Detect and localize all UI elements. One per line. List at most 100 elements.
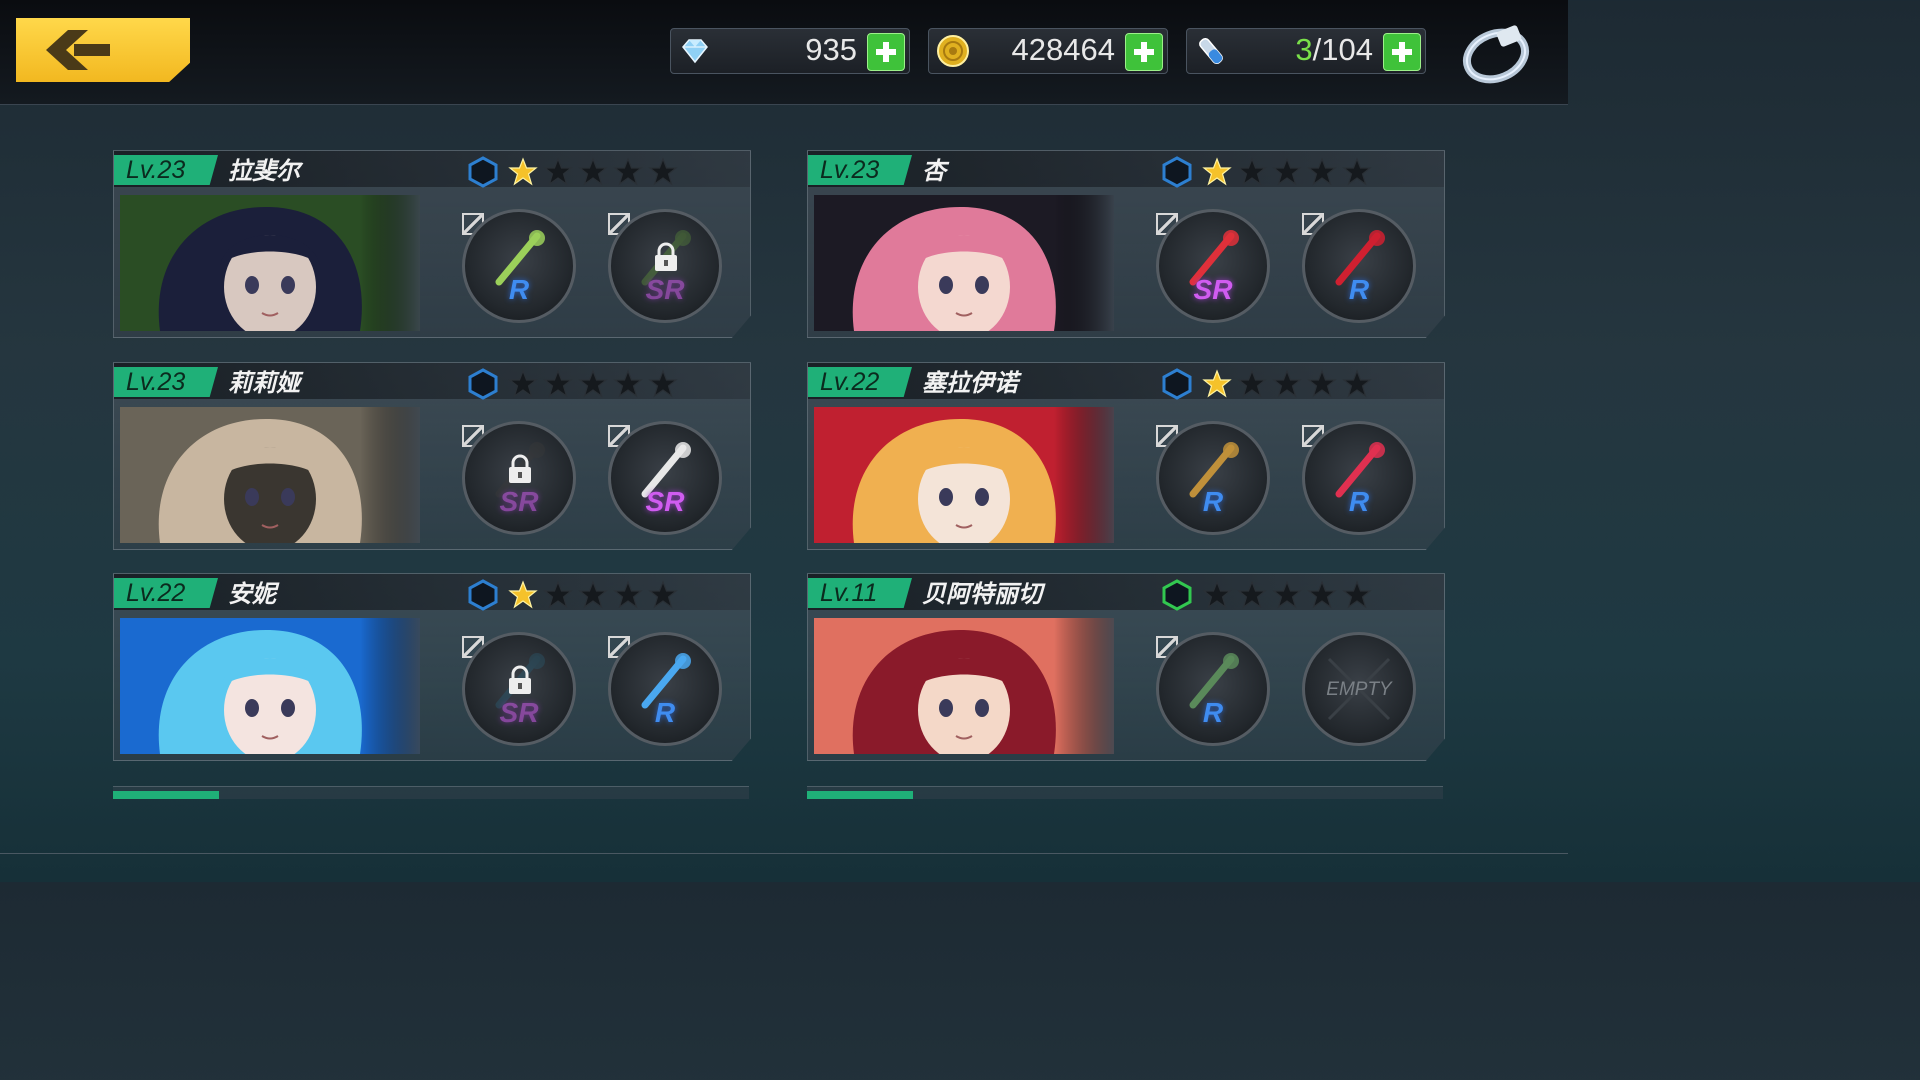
character-card-partial[interactable] bbox=[807, 786, 1443, 799]
star-rating bbox=[1202, 580, 1372, 610]
divider bbox=[0, 853, 1568, 854]
weapon-slot[interactable]: R bbox=[462, 209, 576, 323]
character-name: 拉斐尔 bbox=[228, 157, 300, 185]
add-gold-button[interactable] bbox=[1125, 33, 1163, 71]
weapon-slot[interactable]: SR bbox=[608, 421, 722, 535]
rarity-label: R bbox=[1202, 697, 1224, 728]
gem-icon bbox=[682, 39, 708, 64]
star-empty-icon bbox=[543, 157, 573, 186]
character-card[interactable]: Lv.22 安妮 SR R bbox=[113, 573, 751, 761]
level-badge: Lv.22 bbox=[808, 367, 912, 397]
character-card[interactable]: Lv.23 拉斐尔 R SR bbox=[113, 150, 751, 338]
star-rating bbox=[508, 369, 678, 399]
class-hexagon-icon bbox=[1162, 156, 1192, 188]
add-gems-button[interactable] bbox=[867, 33, 905, 71]
weapon-slot[interactable]: SR bbox=[462, 632, 576, 746]
class-hexagon-icon bbox=[468, 579, 498, 611]
ring-icon[interactable] bbox=[1460, 22, 1532, 84]
character-card[interactable]: Lv.23 莉莉娅 SR SR bbox=[113, 362, 751, 550]
weapon-slot[interactable]: SR bbox=[1156, 209, 1270, 323]
star-empty-icon bbox=[613, 157, 643, 186]
level-badge: Lv.23 bbox=[114, 155, 218, 185]
star-empty-icon bbox=[578, 580, 608, 609]
star-empty-icon bbox=[1307, 369, 1337, 398]
star-filled-icon bbox=[508, 580, 538, 609]
star-filled-icon bbox=[1202, 369, 1232, 398]
star-empty-icon bbox=[1202, 580, 1232, 609]
rarity-label: R bbox=[508, 274, 530, 305]
weapon-slot-empty[interactable]: EMPTY bbox=[1302, 632, 1416, 746]
rarity-label: R bbox=[1202, 486, 1224, 517]
gold-counter: 428464 bbox=[928, 28, 1168, 74]
stamina-value: 3/104 bbox=[1295, 32, 1373, 67]
gems-counter: 935 bbox=[670, 28, 910, 74]
rarity-label: R bbox=[654, 697, 676, 728]
star-rating bbox=[1202, 157, 1372, 187]
rarity-label: SR bbox=[1193, 274, 1233, 305]
star-empty-icon bbox=[648, 157, 678, 186]
star-empty-icon bbox=[1342, 369, 1372, 398]
back-button[interactable] bbox=[16, 18, 190, 82]
character-portrait bbox=[120, 618, 420, 754]
character-portrait bbox=[814, 195, 1114, 331]
star-empty-icon bbox=[1307, 157, 1337, 186]
lock-icon bbox=[509, 665, 531, 694]
rarity-label: R bbox=[1348, 274, 1370, 305]
star-empty-icon bbox=[1307, 580, 1337, 609]
rarity-label: SR bbox=[499, 486, 539, 517]
rarity-label: R bbox=[1348, 486, 1370, 517]
star-filled-icon bbox=[508, 157, 538, 186]
lock-icon bbox=[509, 454, 531, 483]
character-portrait bbox=[814, 618, 1114, 754]
weapon-slot[interactable]: SR bbox=[608, 209, 722, 323]
add-stamina-button[interactable] bbox=[1383, 33, 1421, 71]
top-bar: 935 428464 3/104 bbox=[0, 0, 1568, 105]
star-empty-icon bbox=[1272, 157, 1302, 186]
character-card[interactable]: Lv.23 杏 SR R bbox=[807, 150, 1445, 338]
star-empty-icon bbox=[648, 369, 678, 398]
class-hexagon-icon bbox=[1162, 368, 1192, 400]
level-badge: Lv.23 bbox=[808, 155, 912, 185]
back-arrow-icon bbox=[46, 30, 110, 70]
vial-icon bbox=[1199, 37, 1223, 65]
star-empty-icon bbox=[1237, 580, 1267, 609]
star-filled-icon bbox=[1202, 157, 1232, 186]
character-name: 杏 bbox=[922, 157, 946, 185]
class-hexagon-icon bbox=[468, 156, 498, 188]
character-name: 莉莉娅 bbox=[228, 369, 300, 397]
star-empty-icon bbox=[648, 580, 678, 609]
level-badge: Lv.11 bbox=[808, 578, 912, 608]
character-name: 贝阿特丽切 bbox=[922, 580, 1042, 608]
star-empty-icon bbox=[613, 369, 643, 398]
star-empty-icon bbox=[578, 369, 608, 398]
weapon-slot[interactable]: R bbox=[1302, 421, 1416, 535]
character-card[interactable]: Lv.22 塞拉伊诺 R R bbox=[807, 362, 1445, 550]
level-badge: Lv.23 bbox=[114, 367, 218, 397]
character-card-partial[interactable] bbox=[113, 786, 749, 799]
gold-value: 428464 bbox=[1011, 32, 1115, 67]
star-empty-icon bbox=[578, 157, 608, 186]
character-portrait bbox=[814, 407, 1114, 543]
character-name: 安妮 bbox=[228, 580, 276, 608]
star-empty-icon bbox=[508, 369, 538, 398]
weapon-slot[interactable]: R bbox=[1302, 209, 1416, 323]
gems-value: 935 bbox=[805, 32, 857, 67]
star-empty-icon bbox=[1237, 157, 1267, 186]
star-empty-icon bbox=[543, 369, 573, 398]
star-empty-icon bbox=[1237, 369, 1267, 398]
weapon-slot[interactable]: SR bbox=[462, 421, 576, 535]
star-rating bbox=[1202, 369, 1372, 399]
empty-label: EMPTY bbox=[1326, 679, 1392, 700]
stamina-counter: 3/104 bbox=[1186, 28, 1426, 74]
rarity-label: SR bbox=[645, 486, 685, 517]
character-portrait bbox=[120, 407, 420, 543]
gold-coin-icon bbox=[937, 35, 969, 67]
star-rating bbox=[508, 157, 678, 187]
weapon-slot[interactable]: R bbox=[1156, 421, 1270, 535]
star-empty-icon bbox=[1342, 580, 1372, 609]
character-card[interactable]: Lv.11 贝阿特丽切 R EMPTY bbox=[807, 573, 1445, 761]
weapon-slot[interactable]: R bbox=[1156, 632, 1270, 746]
class-hexagon-icon bbox=[468, 368, 498, 400]
star-empty-icon bbox=[613, 580, 643, 609]
weapon-slot[interactable]: R bbox=[608, 632, 722, 746]
